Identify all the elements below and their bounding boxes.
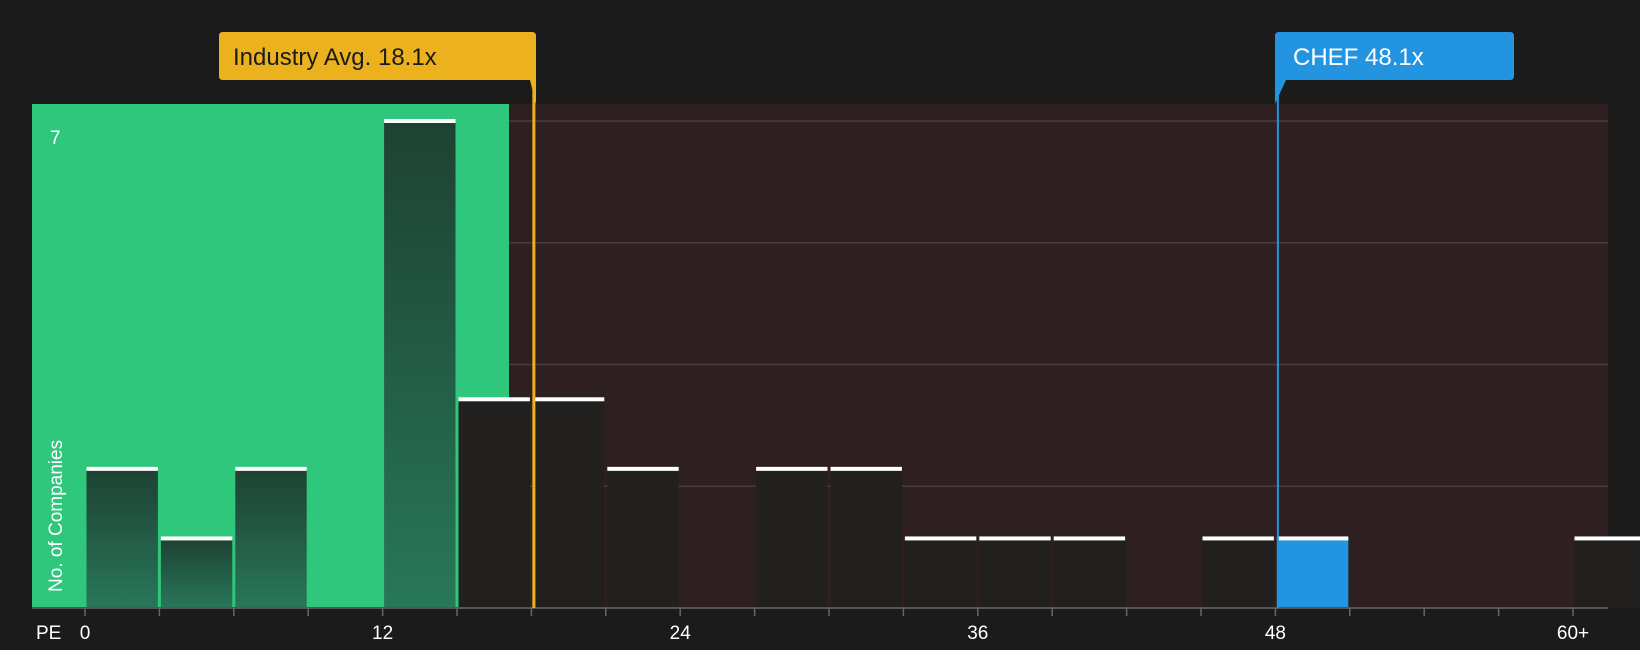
x-tick-label: 24 [670,623,692,644]
histogram-bar [532,399,605,608]
histogram-bar-cap [384,119,456,123]
histogram-bar-cap [458,397,530,402]
histogram-bar [1053,538,1126,608]
histogram-bar [904,538,977,608]
y-axis-max-label: 7 [50,128,61,149]
histogram-bar-cap [160,536,233,541]
histogram-bar [830,468,902,608]
histogram-bar-cap [904,536,977,541]
histogram-bar-cap [532,397,605,402]
x-axis-title: PE [36,623,61,644]
histogram-bar [458,399,530,608]
histogram-bar [1202,538,1274,608]
x-tick-label: 60+ [1557,623,1589,644]
company-label: CHEF 48.1x [1293,44,1424,71]
x-tick-label: 0 [80,623,91,644]
x-tick-label: 12 [372,623,393,644]
histogram-bar [1574,538,1640,608]
chart-svg: 0 12 24 36 48 60+ Industry Avg. 18.1x CHEF 48.… [32,32,1640,644]
x-tick-label: 48 [1265,623,1286,644]
histogram-bar [160,538,233,608]
histogram-bar [86,468,158,608]
histogram-bar [384,121,456,608]
histogram-bar [1276,538,1349,608]
pe-distribution-chart: 0 12 24 36 48 60+ Industry Avg. 18.1x CHEF 48.… [0,0,1640,650]
y-axis-title: No. of Companies [46,440,67,592]
histogram-bar-cap [86,466,158,471]
histogram-bar-cap [979,536,1051,541]
histogram-bar-cap [756,466,828,471]
histogram-bar-cap [607,466,679,471]
histogram-bar-cap [235,466,307,471]
histogram-bar [235,468,307,608]
histogram-bar [756,468,828,608]
industry-avg-label: Industry Avg. 18.1x [233,44,437,71]
histogram-bar-cap [1053,536,1126,541]
x-tick-label: 36 [967,623,988,644]
histogram-bar-cap [1574,536,1640,541]
histogram-bar [607,468,679,608]
histogram-bar-cap [1202,536,1274,541]
histogram-bar [979,538,1051,608]
histogram-bar-cap [830,466,902,471]
histogram-bar-cap [1276,536,1349,541]
